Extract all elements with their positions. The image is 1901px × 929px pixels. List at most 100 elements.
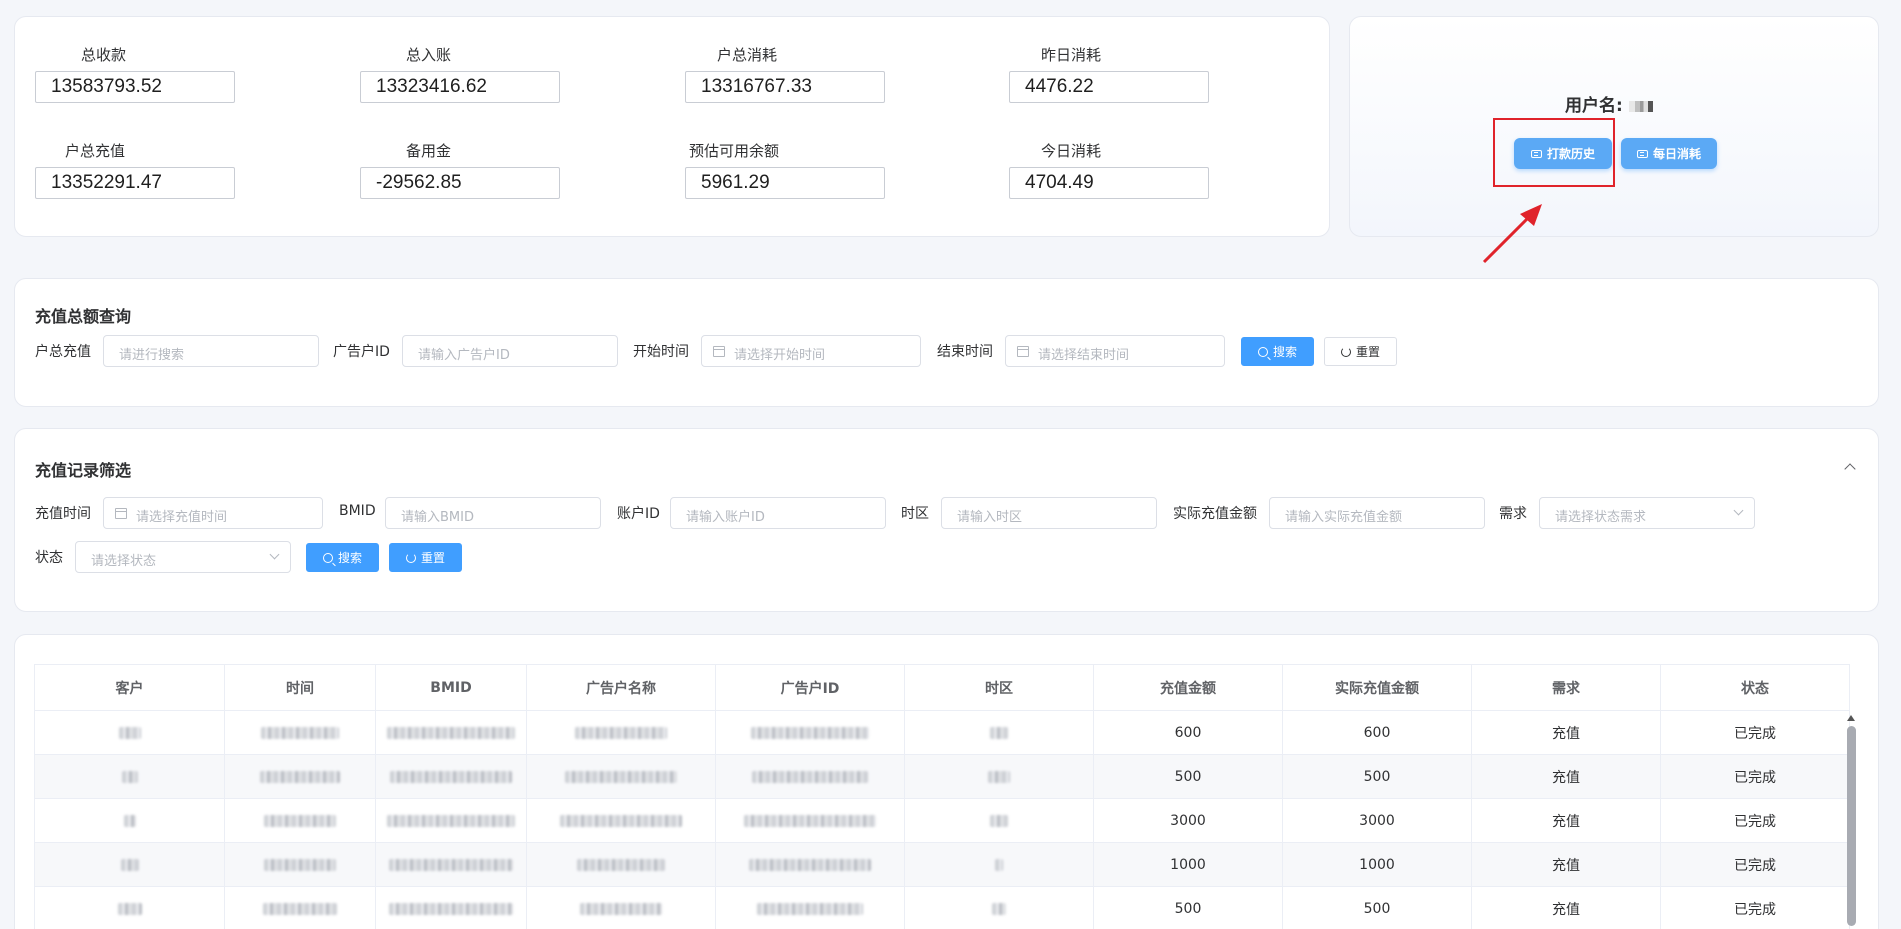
username-redacted	[1628, 100, 1653, 112]
table-row[interactable]: 1000 1000 充值 已完成	[34, 842, 1850, 887]
ad-id-label: 广告户ID	[333, 344, 390, 360]
username: 用户名:	[1565, 91, 1653, 116]
demand-cell: 充值	[1471, 798, 1661, 843]
amount-cell: 500	[1093, 754, 1283, 799]
end-time-label: 结束时间	[937, 344, 993, 360]
demand-cell: 充值	[1471, 710, 1661, 755]
recharge-records-table-card: 客户 时间 BMID 广告户名称 广告户ID 时区 充值金额 实际充值金额 需求…	[14, 634, 1879, 929]
demand-select[interactable]: 请选择状态需求	[1539, 497, 1755, 529]
end-time-picker[interactable]: 请选择结束时间	[1005, 335, 1225, 367]
column-header-demand: 需求	[1471, 664, 1661, 711]
stat-value: 13583793.52	[35, 71, 235, 103]
status-select[interactable]: 请选择状态	[75, 541, 291, 573]
timezone-input[interactable]: 请输入时区	[941, 497, 1157, 529]
amount-cell: 3000	[1093, 798, 1283, 843]
table-row[interactable]: 500 500 充值 已完成	[34, 754, 1850, 799]
refresh-icon	[405, 552, 416, 563]
query-reset-button[interactable]: 重置	[1324, 337, 1397, 366]
query-search-button[interactable]: 搜索	[1241, 337, 1314, 366]
bmid-input[interactable]: 请输入BMID	[385, 497, 601, 529]
filter-search-button[interactable]: 搜索	[306, 543, 379, 572]
calendar-icon	[115, 508, 127, 519]
demand-label: 需求	[1499, 506, 1527, 522]
stat-value: 4704.49	[1009, 167, 1209, 199]
ad-id-input[interactable]: 请输入广告户ID	[402, 335, 618, 367]
bmid-label: BMID	[339, 503, 376, 519]
filter-reset-label: 重置	[420, 551, 445, 565]
column-header-actual-amount: 实际充值金额	[1282, 664, 1472, 711]
filter-search-label: 搜索	[337, 551, 362, 565]
actual-amount-cell: 1000	[1282, 842, 1472, 887]
redacted-cell	[34, 798, 225, 843]
table-row[interactable]: 3000 3000 充值 已完成	[34, 798, 1850, 843]
recharge-time-label: 充值时间	[35, 506, 91, 522]
stat-label: 户总消耗	[717, 46, 778, 64]
actual-amount-cell: 500	[1282, 886, 1472, 929]
stat-value: -29562.85	[360, 167, 560, 199]
redacted-cell	[224, 886, 376, 929]
search-icon	[322, 552, 333, 563]
actual-amount-cell: 3000	[1282, 798, 1472, 843]
account-id-input[interactable]: 请输入账户ID	[670, 497, 886, 529]
redacted-cell	[526, 886, 716, 929]
status-label: 状态	[35, 550, 63, 566]
actual-amount-input[interactable]: 请输入实际充值金额	[1269, 497, 1485, 529]
redacted-cell	[224, 798, 376, 843]
collapse-chevron-up-icon[interactable]	[1844, 463, 1856, 475]
section-title: 充值记录筛选	[35, 461, 132, 480]
redacted-cell	[526, 842, 716, 887]
scroll-up-arrow-icon[interactable]	[1847, 715, 1855, 721]
recharge-label: 户总充值	[35, 344, 91, 360]
query-search-label: 搜索	[1272, 345, 1297, 359]
stat-label: 总收款	[81, 46, 127, 64]
wallet-icon	[1636, 149, 1648, 158]
redacted-cell	[904, 798, 1094, 843]
redacted-cell	[224, 842, 376, 887]
redacted-cell	[34, 886, 225, 929]
status-cell: 已完成	[1660, 798, 1850, 843]
redacted-cell	[526, 754, 716, 799]
calendar-icon	[713, 346, 725, 357]
stat-value: 5961.29	[685, 167, 885, 199]
column-header-amount: 充值金额	[1093, 664, 1283, 711]
table-header-row: 客户 时间 BMID 广告户名称 广告户ID 时区 充值金额 实际充值金额 需求…	[34, 664, 1850, 711]
redacted-cell	[34, 754, 225, 799]
redacted-cell	[526, 710, 716, 755]
filter-reset-button[interactable]: 重置	[389, 543, 462, 572]
status-cell: 已完成	[1660, 754, 1850, 799]
redacted-cell	[375, 754, 527, 799]
stat-value: 13352291.47	[35, 167, 235, 199]
status-cell: 已完成	[1660, 886, 1850, 929]
stat-label: 户总充值	[65, 142, 126, 160]
table-row[interactable]: 600 600 充值 已完成	[34, 710, 1850, 755]
section-title: 充值总额查询	[35, 307, 132, 326]
stat-label: 预估可用余额	[689, 142, 780, 160]
summary-card: 总收款 13583793.52 总入账 13323416.62 户总消耗 133…	[14, 16, 1330, 237]
annotation-highlight-box	[1493, 118, 1615, 187]
start-time-picker[interactable]: 请选择开始时间	[701, 335, 921, 367]
status-cell: 已完成	[1660, 710, 1850, 755]
redacted-cell	[224, 754, 376, 799]
redacted-cell	[375, 710, 527, 755]
redacted-cell	[224, 710, 376, 755]
redacted-cell	[34, 710, 225, 755]
daily-consumption-button[interactable]: 每日消耗	[1621, 138, 1717, 169]
redacted-cell	[904, 754, 1094, 799]
amount-cell: 600	[1093, 710, 1283, 755]
column-header-ad-account-name: 广告户名称	[526, 664, 716, 711]
table-row[interactable]: 500 500 充值 已完成	[34, 886, 1850, 929]
start-time-placeholder: 请选择开始时间	[734, 348, 826, 363]
column-header-time: 时间	[224, 664, 376, 711]
recharge-time-picker[interactable]: 请选择充值时间	[103, 497, 323, 529]
amount-cell: 500	[1093, 886, 1283, 929]
status-placeholder: 请选择状态	[91, 554, 157, 569]
stat-label: 今日消耗	[1041, 142, 1102, 160]
recharge-search-input[interactable]: 请进行搜索	[103, 335, 319, 367]
query-reset-label: 重置	[1355, 345, 1380, 359]
redacted-cell	[375, 842, 527, 887]
redacted-cell	[715, 754, 905, 799]
search-icon	[1257, 346, 1268, 357]
stat-label: 总入账	[406, 46, 452, 64]
daily-consumption-label: 每日消耗	[1652, 147, 1701, 161]
table-scrollbar[interactable]	[1847, 726, 1856, 926]
